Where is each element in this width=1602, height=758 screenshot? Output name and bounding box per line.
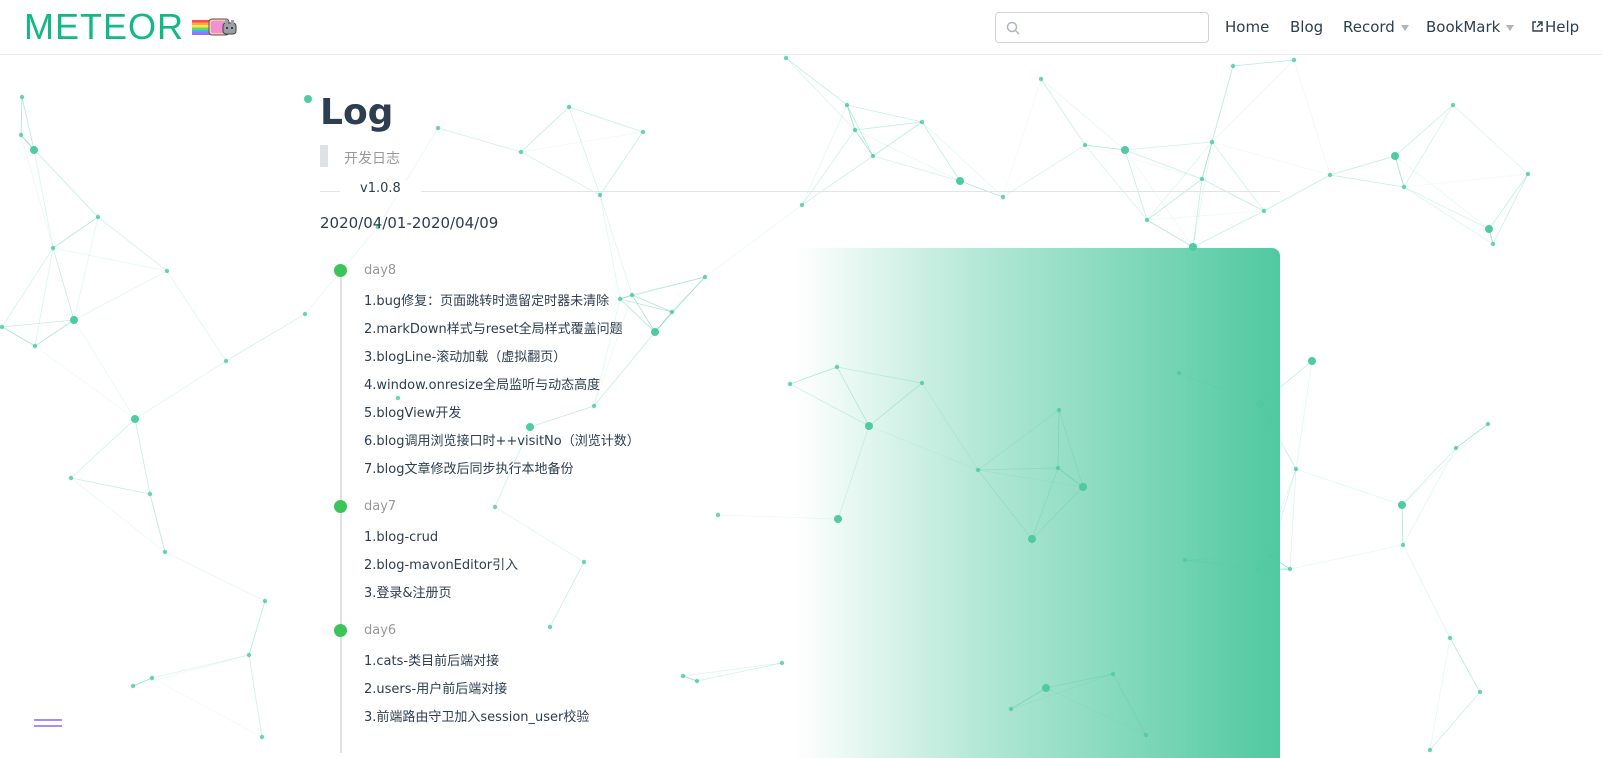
- log-entry: 4.window.onresize全局监听与动态高度: [364, 378, 601, 393]
- date-range: 2020/04/01-2020/04/09: [320, 214, 499, 232]
- log-entry: 3.前端路由守卫加入session_user校验: [364, 710, 590, 725]
- log-entry: 2.users-用户前后端对接: [364, 682, 508, 697]
- timeline-day: day6 1.cats-类目前后端对接 2.users-用户前后端对接 3.前端…: [334, 622, 894, 732]
- version-divider: [320, 191, 1280, 192]
- search-box[interactable]: [995, 12, 1209, 43]
- page-title: Log: [320, 92, 394, 133]
- search-input[interactable]: [1024, 16, 1206, 41]
- log-entry: 1.blog-crud: [364, 530, 439, 545]
- log-entry: 1.bug修复：页面跳转时遗留定时器未清除: [364, 294, 610, 309]
- log-entry: 2.blog-mavonEditor引入: [364, 558, 519, 573]
- subtitle-accent-bar: [320, 145, 328, 167]
- nav-help-label: Help: [1545, 18, 1580, 36]
- log-entry: 1.cats-类目前后端对接: [364, 654, 500, 669]
- log-entry: 2.markDown样式与reset全局样式覆盖问题: [364, 322, 623, 337]
- caret-down-icon: [1400, 24, 1409, 31]
- search-icon: [1006, 21, 1020, 35]
- external-link-icon: [1532, 21, 1543, 32]
- nav-home[interactable]: Home: [1225, 18, 1269, 36]
- log-entry: 7.blog文章修改后同步执行本地备份: [364, 462, 574, 477]
- nav-blog-label: Blog: [1290, 18, 1324, 36]
- nav-record-dropdown[interactable]: Record: [1343, 18, 1409, 36]
- nav-bookmark-label: BookMark: [1426, 18, 1501, 36]
- nav-bookmark-dropdown[interactable]: BookMark: [1426, 18, 1515, 36]
- timeline-dot: [334, 264, 347, 277]
- log-entry: 3.blogLine-滚动加载（虚拟翻页）: [364, 350, 567, 365]
- log-entry: 5.blogView开发: [364, 406, 462, 421]
- timeline-dot: [334, 500, 347, 513]
- page-subtitle: 开发日志: [344, 151, 400, 167]
- nav-record-label: Record: [1343, 18, 1395, 36]
- caret-down-icon: [1506, 24, 1515, 31]
- nav-home-label: Home: [1225, 18, 1270, 36]
- site-logo[interactable]: METEOR: [24, 6, 184, 48]
- timeline: day8 1.bug修复：页面跳转时遗留定时器未清除 2.markDown样式与…: [334, 262, 894, 746]
- timeline-day: day7 1.blog-crud 2.blog-mavonEditor引入 3.…: [334, 498, 894, 608]
- version-label: v1.0.8: [340, 181, 421, 196]
- timeline-day: day8 1.bug修复：页面跳转时遗留定时器未清除 2.markDown样式与…: [334, 262, 894, 484]
- nyan-cat-icon: [192, 18, 237, 36]
- menu-toggle-icon[interactable]: [34, 719, 62, 729]
- nav-help[interactable]: Help: [1532, 18, 1579, 36]
- day-title: day6: [364, 623, 397, 638]
- day-title: day8: [364, 263, 397, 278]
- top-navbar: METEOR Home Blog Record BookMark Help: [0, 0, 1602, 55]
- log-entry: 6.blog调用浏览接口时++visitNo（浏览计数）: [364, 434, 640, 449]
- nav-blog[interactable]: Blog: [1290, 18, 1323, 36]
- day-title: day7: [364, 499, 397, 514]
- timeline-dot: [334, 624, 347, 637]
- log-entry: 3.登录&注册页: [364, 586, 452, 601]
